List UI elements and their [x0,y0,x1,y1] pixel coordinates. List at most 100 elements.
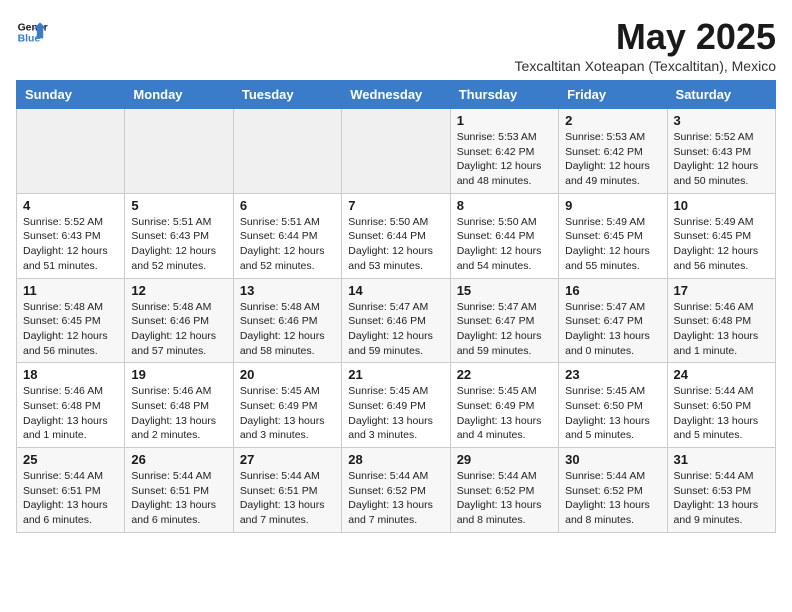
day-number: 15 [457,283,552,298]
calendar-cell: 23Sunrise: 5:45 AM Sunset: 6:50 PM Dayli… [559,363,667,448]
day-content: Sunrise: 5:44 AM Sunset: 6:51 PM Dayligh… [131,469,226,528]
calendar-week-row: 25 Sunrise: 5:44 AM Sunset: 6:51 PM Dayli… [17,448,776,533]
day-number: 21 [348,367,443,382]
day-content: Sunrise: 5:48 AM Sunset: 6:46 PM Dayligh… [240,300,335,359]
calendar-cell: 11 Sunrise: 5:48 AM Sunset: 6:45 PM Dayli… [17,278,125,363]
calendar-week-row: 11 Sunrise: 5:48 AM Sunset: 6:45 PM Dayli… [17,278,776,363]
day-number: 26 [131,452,226,467]
calendar-cell: 2 Sunrise: 5:53 AM Sunset: 6:42 PM Daylig… [559,109,667,194]
weekday-header: Friday [559,81,667,109]
day-number: 12 [131,283,226,298]
day-content: Sunrise: 5:45 AM Sunset: 6:49 PM Dayligh… [457,384,552,443]
calendar-week-row: 1 Sunrise: 5:53 AM Sunset: 6:42 PM Daylig… [17,109,776,194]
day-number: 23 [565,367,660,382]
day-number: 28 [348,452,443,467]
calendar-cell: 6 Sunrise: 5:51 AM Sunset: 6:44 PM Daylig… [233,193,341,278]
calendar-cell: 13 Sunrise: 5:48 AM Sunset: 6:46 PM Dayli… [233,278,341,363]
day-content: Sunrise: 5:51 AM Sunset: 6:43 PM Dayligh… [131,215,226,274]
location-title: Texcaltitan Xoteapan (Texcaltitan), Mexi… [515,58,776,74]
calendar-cell: 28 Sunrise: 5:44 AM Sunset: 6:52 PM Dayli… [342,448,450,533]
calendar-cell: 26 Sunrise: 5:44 AM Sunset: 6:51 PM Dayli… [125,448,233,533]
weekday-header: Wednesday [342,81,450,109]
day-content: Sunrise: 5:53 AM Sunset: 6:42 PM Dayligh… [565,130,660,189]
day-number: 13 [240,283,335,298]
calendar-cell: 15Sunrise: 5:47 AM Sunset: 6:47 PM Dayli… [450,278,558,363]
day-number: 20 [240,367,335,382]
day-content: Sunrise: 5:52 AM Sunset: 6:43 PM Dayligh… [23,215,118,274]
day-number: 24 [674,367,769,382]
calendar-cell: 19 Sunrise: 5:46 AM Sunset: 6:48 PM Dayli… [125,363,233,448]
calendar-week-row: 18 Sunrise: 5:46 AM Sunset: 6:48 PM Dayli… [17,363,776,448]
day-content: Sunrise: 5:53 AM Sunset: 6:42 PM Dayligh… [457,130,552,189]
calendar-cell: 22 Sunrise: 5:45 AM Sunset: 6:49 PM Dayli… [450,363,558,448]
day-number: 30 [565,452,660,467]
logo: General Blue [16,16,48,48]
weekday-header: Sunday [17,81,125,109]
calendar-cell: 12Sunrise: 5:48 AM Sunset: 6:46 PM Dayli… [125,278,233,363]
day-content: Sunrise: 5:50 AM Sunset: 6:44 PM Dayligh… [457,215,552,274]
day-number: 14 [348,283,443,298]
day-content: Sunrise: 5:48 AM Sunset: 6:45 PM Dayligh… [23,300,118,359]
day-number: 4 [23,198,118,213]
day-content: Sunrise: 5:52 AM Sunset: 6:43 PM Dayligh… [674,130,769,189]
day-number: 25 [23,452,118,467]
calendar-cell: 4 Sunrise: 5:52 AM Sunset: 6:43 PM Daylig… [17,193,125,278]
weekday-header-row: SundayMondayTuesdayWednesdayThursdayFrid… [17,81,776,109]
day-number: 7 [348,198,443,213]
calendar-cell: 30 Sunrise: 5:44 AM Sunset: 6:52 PM Dayli… [559,448,667,533]
day-content: Sunrise: 5:44 AM Sunset: 6:50 PM Dayligh… [674,384,769,443]
calendar-cell: 24 Sunrise: 5:44 AM Sunset: 6:50 PM Dayli… [667,363,775,448]
weekday-header: Tuesday [233,81,341,109]
day-number: 27 [240,452,335,467]
day-number: 6 [240,198,335,213]
day-content: Sunrise: 5:44 AM Sunset: 6:53 PM Dayligh… [674,469,769,528]
logo-icon: General Blue [16,16,48,48]
day-number: 22 [457,367,552,382]
day-content: Sunrise: 5:49 AM Sunset: 6:45 PM Dayligh… [674,215,769,274]
calendar-table: SundayMondayTuesdayWednesdayThursdayFrid… [16,80,776,533]
calendar-cell: 18 Sunrise: 5:46 AM Sunset: 6:48 PM Dayli… [17,363,125,448]
day-content: Sunrise: 5:46 AM Sunset: 6:48 PM Dayligh… [131,384,226,443]
day-content: Sunrise: 5:47 AM Sunset: 6:47 PM Dayligh… [565,300,660,359]
calendar-cell: 29 Sunrise: 5:44 AM Sunset: 6:52 PM Dayli… [450,448,558,533]
page-header: General Blue May 2025 Texcaltitan Xoteap… [16,16,776,74]
day-content: Sunrise: 5:50 AM Sunset: 6:44 PM Dayligh… [348,215,443,274]
day-content: Sunrise: 5:47 AM Sunset: 6:46 PM Dayligh… [348,300,443,359]
day-number: 29 [457,452,552,467]
day-number: 5 [131,198,226,213]
calendar-cell: 27 Sunrise: 5:44 AM Sunset: 6:51 PM Dayli… [233,448,341,533]
calendar-cell: 9 Sunrise: 5:49 AM Sunset: 6:45 PM Daylig… [559,193,667,278]
day-number: 1 [457,113,552,128]
day-number: 9 [565,198,660,213]
day-content: Sunrise: 5:49 AM Sunset: 6:45 PM Dayligh… [565,215,660,274]
title-area: May 2025 Texcaltitan Xoteapan (Texcaltit… [515,16,776,74]
day-content: Sunrise: 5:44 AM Sunset: 6:52 PM Dayligh… [565,469,660,528]
day-content: Sunrise: 5:44 AM Sunset: 6:52 PM Dayligh… [348,469,443,528]
calendar-cell: 17Sunrise: 5:46 AM Sunset: 6:48 PM Dayli… [667,278,775,363]
day-number: 16 [565,283,660,298]
calendar-cell: 3 Sunrise: 5:52 AM Sunset: 6:43 PM Daylig… [667,109,775,194]
calendar-cell: 14 Sunrise: 5:47 AM Sunset: 6:46 PM Dayli… [342,278,450,363]
weekday-header: Thursday [450,81,558,109]
day-number: 3 [674,113,769,128]
day-content: Sunrise: 5:46 AM Sunset: 6:48 PM Dayligh… [674,300,769,359]
day-number: 2 [565,113,660,128]
day-number: 31 [674,452,769,467]
calendar-cell: 16 Sunrise: 5:47 AM Sunset: 6:47 PM Dayli… [559,278,667,363]
day-content: Sunrise: 5:46 AM Sunset: 6:48 PM Dayligh… [23,384,118,443]
day-number: 18 [23,367,118,382]
day-content: Sunrise: 5:45 AM Sunset: 6:49 PM Dayligh… [348,384,443,443]
day-number: 8 [457,198,552,213]
calendar-cell: 1 Sunrise: 5:53 AM Sunset: 6:42 PM Daylig… [450,109,558,194]
calendar-cell: 5 Sunrise: 5:51 AM Sunset: 6:43 PM Daylig… [125,193,233,278]
day-content: Sunrise: 5:51 AM Sunset: 6:44 PM Dayligh… [240,215,335,274]
weekday-header: Monday [125,81,233,109]
calendar-cell [17,109,125,194]
day-content: Sunrise: 5:44 AM Sunset: 6:52 PM Dayligh… [457,469,552,528]
calendar-week-row: 4 Sunrise: 5:52 AM Sunset: 6:43 PM Daylig… [17,193,776,278]
calendar-cell: 25Sunrise: 5:44 AM Sunset: 6:51 PM Dayli… [17,448,125,533]
day-content: Sunrise: 5:44 AM Sunset: 6:51 PM Dayligh… [240,469,335,528]
day-number: 11 [23,283,118,298]
day-number: 19 [131,367,226,382]
calendar-cell: 7 Sunrise: 5:50 AM Sunset: 6:44 PM Daylig… [342,193,450,278]
